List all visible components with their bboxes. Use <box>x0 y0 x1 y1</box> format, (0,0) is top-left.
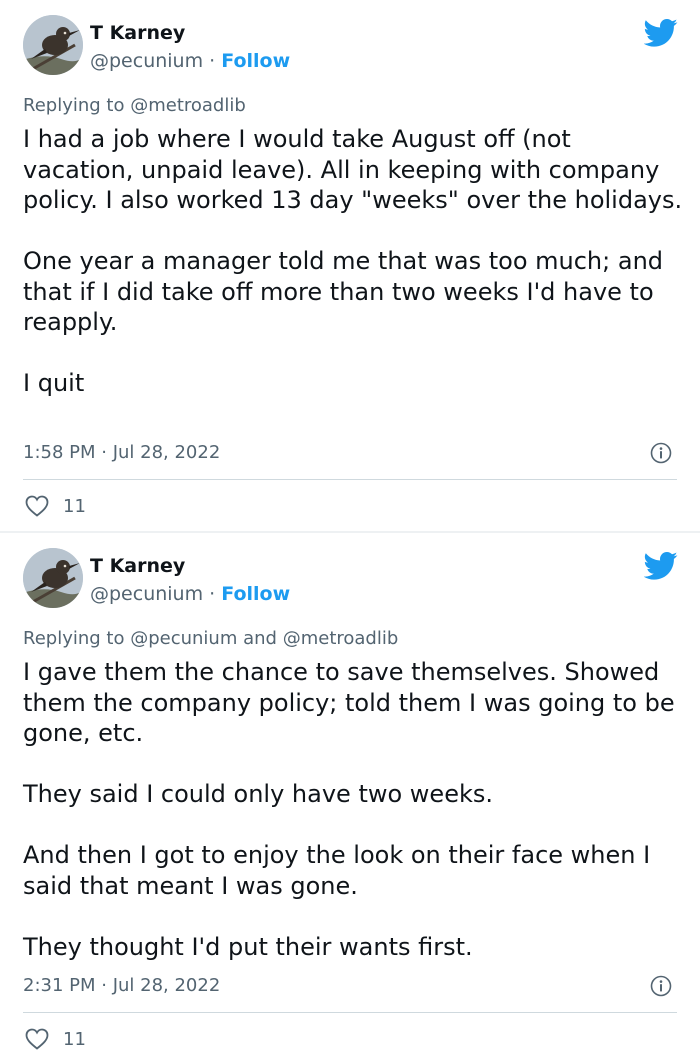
author-handle[interactable]: @pecunium <box>90 583 203 605</box>
avatar[interactable] <box>23 548 83 608</box>
tweet-timestamp[interactable]: 2:31 PM · Jul 28, 2022 <box>23 975 220 996</box>
tweet-text: I had a job where I would take August of… <box>23 124 683 399</box>
tweet-paragraph: They thought I'd put their wants first. <box>23 932 473 961</box>
handle-line: @pecunium · Follow <box>90 583 290 605</box>
separator-dot: · <box>209 583 216 605</box>
replying-to-line: Replying to @metroadlib <box>23 95 246 116</box>
handle-line: @pecunium · Follow <box>90 50 290 72</box>
twitter-bird-icon[interactable] <box>644 551 678 581</box>
tweet-paragraph: They said I could only have two weeks. <box>23 780 493 808</box>
follow-button[interactable]: Follow <box>221 50 290 72</box>
author-name[interactable]: T Karney <box>90 555 185 577</box>
tweet-paragraph: And then I got to enjoy the look on thei… <box>23 841 651 900</box>
mention-link[interactable]: @metroadlib <box>283 628 399 649</box>
replying-to-line: Replying to @pecunium and @metroadlib <box>23 628 398 649</box>
like-count: 11 <box>63 1028 86 1050</box>
tweet-paragraph: I had a job where I would take August of… <box>23 125 683 214</box>
tweet-paragraph: One year a manager told me that was too … <box>23 247 664 336</box>
like-button[interactable]: 11 <box>25 1027 86 1051</box>
mention-joiner: and <box>243 628 277 649</box>
tweet-text: I gave them the chance to save themselve… <box>23 657 683 962</box>
tweet-card: T Karney @pecunium · Follow Replying to … <box>0 0 700 531</box>
mention-link[interactable]: @metroadlib <box>130 95 246 116</box>
avatar[interactable] <box>23 15 83 75</box>
author-handle[interactable]: @pecunium <box>90 50 203 72</box>
author-name[interactable]: T Karney <box>90 22 185 44</box>
divider <box>23 1012 677 1013</box>
info-circle-icon[interactable] <box>650 442 672 464</box>
divider <box>23 479 677 480</box>
replying-to-prefix: Replying to <box>23 628 125 649</box>
follow-button[interactable]: Follow <box>221 583 290 605</box>
tweet-timestamp[interactable]: 1:58 PM · Jul 28, 2022 <box>23 442 220 463</box>
like-button[interactable]: 11 <box>25 494 86 518</box>
tweet-paragraph: I quit <box>23 369 85 397</box>
replying-to-prefix: Replying to <box>23 95 125 116</box>
like-count: 11 <box>63 495 86 517</box>
tweet-paragraph: I gave them the chance to save themselve… <box>23 658 675 747</box>
mention-link[interactable]: @pecunium <box>130 628 237 649</box>
twitter-bird-icon[interactable] <box>644 18 678 48</box>
heart-outline-icon <box>25 495 49 517</box>
heart-outline-icon <box>25 1028 49 1050</box>
info-circle-icon[interactable] <box>650 975 672 997</box>
separator-dot: · <box>209 50 216 72</box>
tweet-card: T Karney @pecunium · Follow Replying to … <box>0 533 700 1064</box>
